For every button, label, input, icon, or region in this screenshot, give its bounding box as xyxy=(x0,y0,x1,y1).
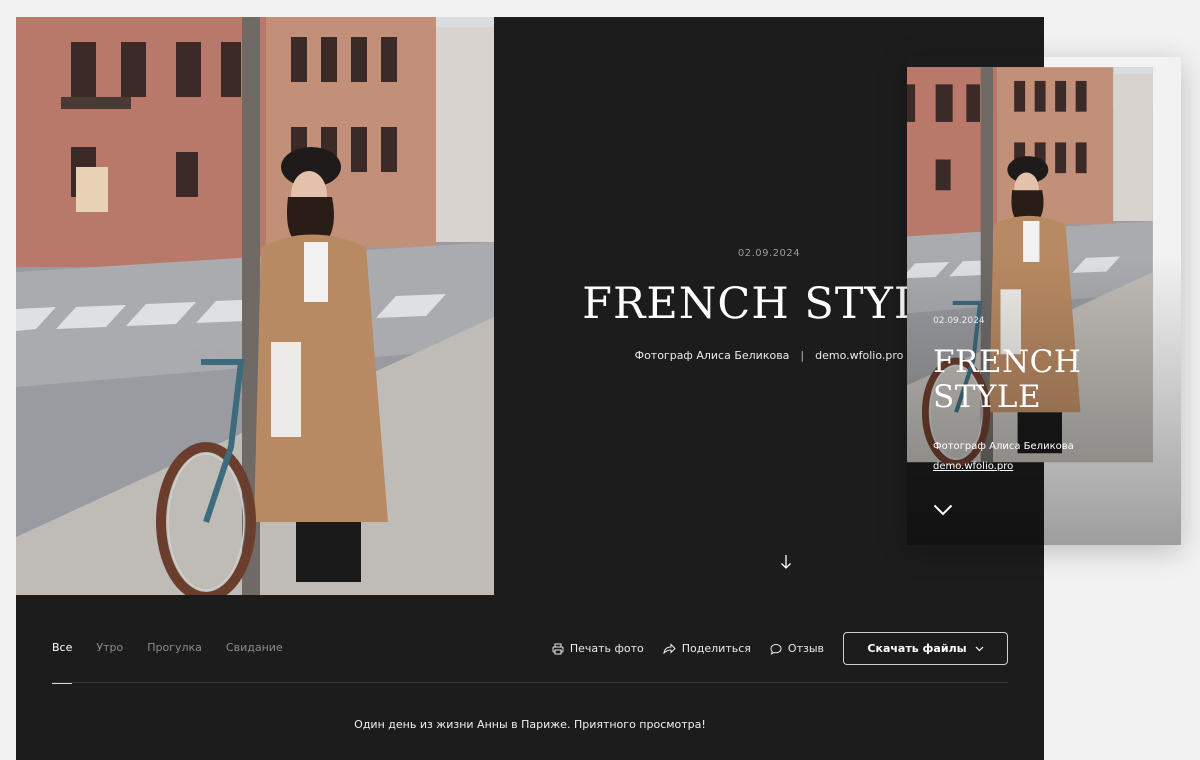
tab-morning[interactable]: Утро xyxy=(96,641,123,684)
hero-photo-image xyxy=(16,17,494,595)
print-photo-label: Печать фото xyxy=(569,642,644,655)
review-label: Отзыв xyxy=(787,642,824,655)
website-link[interactable]: demo.wfolio.pro xyxy=(815,349,903,362)
chevron-down-icon xyxy=(975,646,984,651)
meta-separator: | xyxy=(800,349,805,362)
download-files-label: Скачать файлы xyxy=(867,642,967,655)
arrow-down-icon xyxy=(781,555,791,569)
desktop-gallery-preview: 02.09.2024 FRENCH STYLE Фотограф Алиса Б… xyxy=(16,17,1044,760)
mobile-photographer-name: Фотограф Алиса Беликова xyxy=(933,441,1074,452)
share-icon xyxy=(663,643,676,654)
download-files-button[interactable]: Скачать файлы xyxy=(843,632,1008,665)
tab-all[interactable]: Все xyxy=(52,641,73,684)
gallery-nav-bar: Все Утро Прогулка Свидание Печать фото П… xyxy=(16,595,1044,684)
review-button[interactable]: Отзыв xyxy=(770,642,824,655)
scroll-down-arrow[interactable] xyxy=(776,552,796,572)
mobile-gallery-date: 02.09.2024 xyxy=(933,316,985,326)
gallery-description: Один день из жизни Анны в Париже. Приятн… xyxy=(354,718,706,731)
mobile-scroll-down[interactable] xyxy=(933,501,953,520)
mobile-gallery-preview: 02.09.2024 FRENCH STYLE Фотограф Алиса Б… xyxy=(907,57,1181,545)
tab-walk[interactable]: Прогулка xyxy=(147,641,202,684)
share-label: Поделиться xyxy=(681,642,751,655)
mobile-website-link[interactable]: demo.wfolio.pro xyxy=(933,461,1013,472)
photographer-name: Фотограф Алиса Беликова xyxy=(634,349,790,362)
gallery-actions: Печать фото Поделиться Отзыв Скачать фай… xyxy=(552,632,1008,665)
hero-photo xyxy=(16,17,494,595)
mobile-gallery-title: FRENCH STYLE xyxy=(933,344,1082,415)
tab-date[interactable]: Свидание xyxy=(226,641,283,684)
printer-icon xyxy=(552,643,564,654)
nav-divider xyxy=(52,682,1008,683)
chat-bubble-icon xyxy=(770,643,782,655)
print-photo-button[interactable]: Печать фото xyxy=(552,642,644,655)
category-tabs: Все Утро Прогулка Свидание xyxy=(52,641,283,684)
share-button[interactable]: Поделиться xyxy=(663,642,751,655)
chevron-down-icon xyxy=(933,504,953,516)
